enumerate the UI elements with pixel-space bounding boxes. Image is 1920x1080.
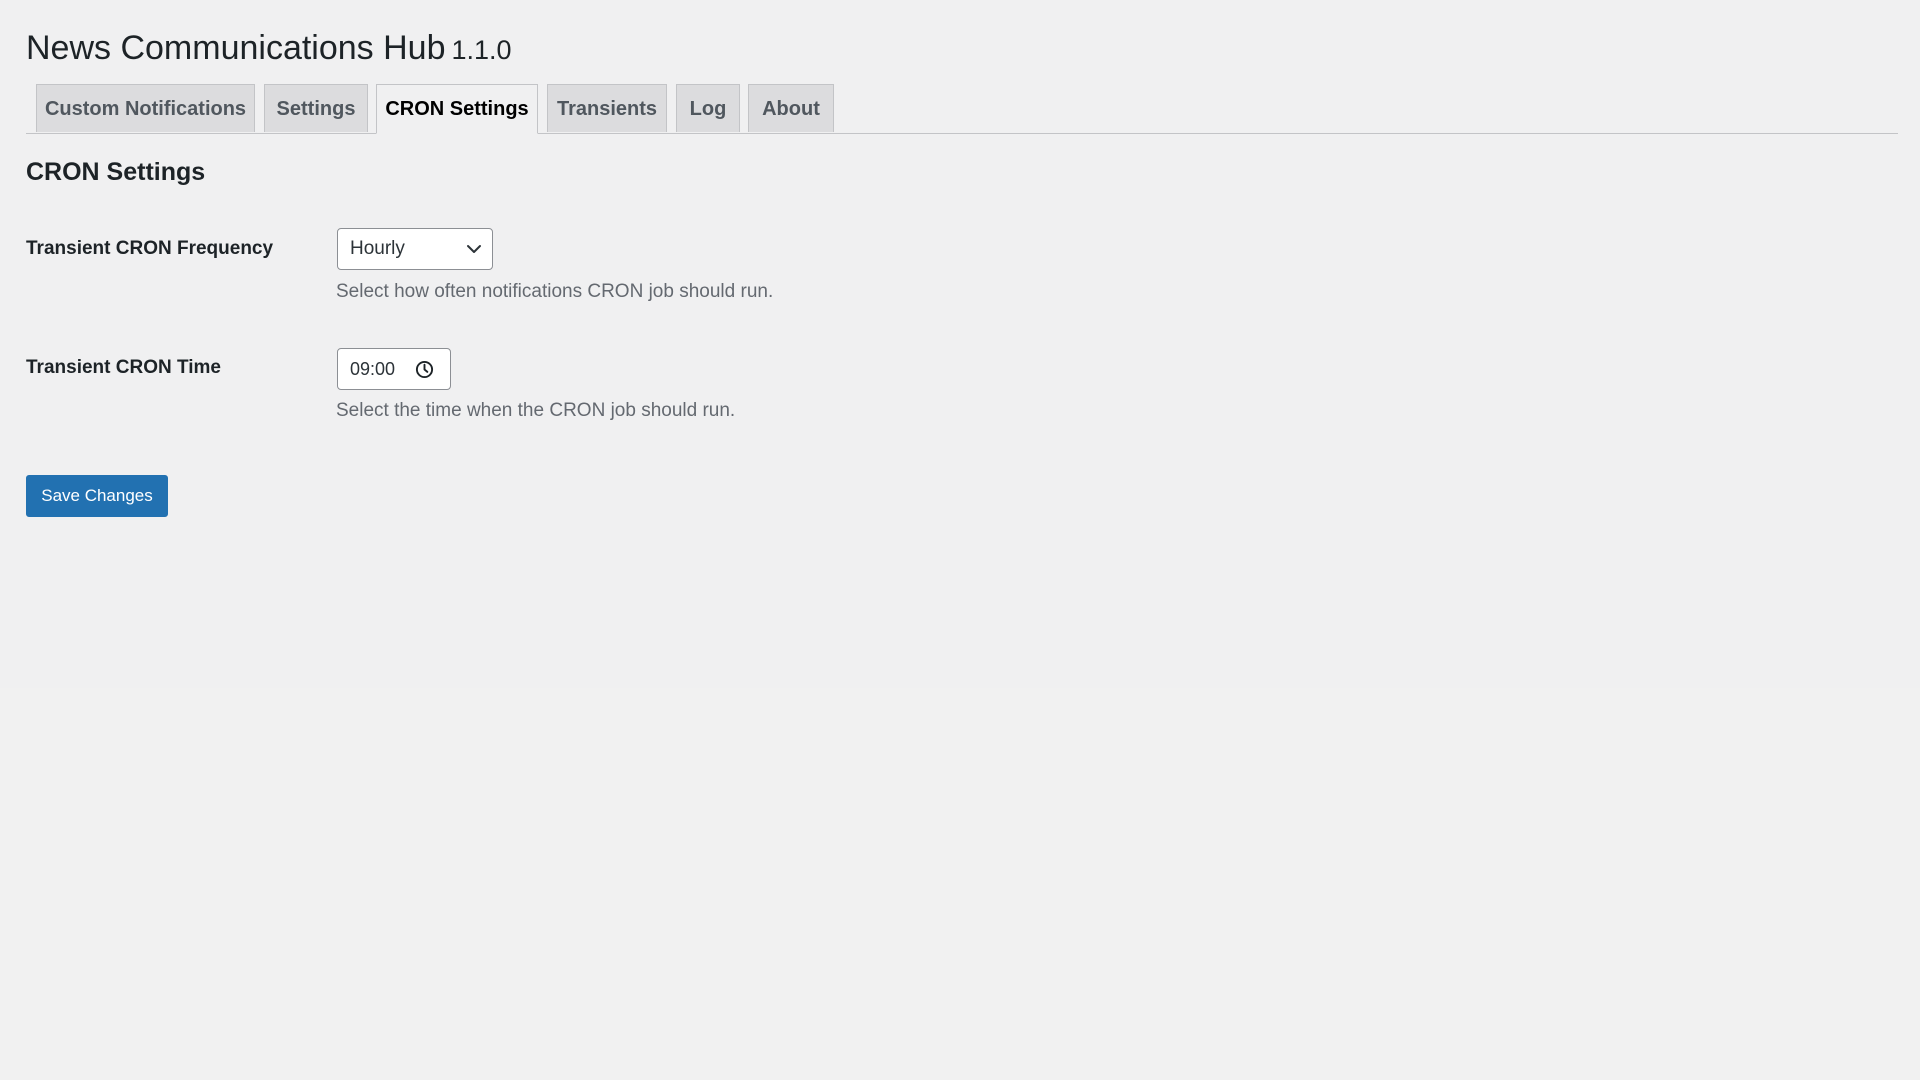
- tab-log[interactable]: Log: [676, 84, 740, 132]
- time-description: Select the time when the CRON job should…: [336, 400, 736, 421]
- tab-custom-notifications[interactable]: Custom Notifications: [36, 84, 255, 132]
- plugin-version: 1.1.0: [451, 35, 512, 65]
- frequency-select-value: Hourly: [350, 238, 405, 259]
- section-title: CRON Settings: [26, 158, 206, 186]
- time-label: Transient CRON Time: [26, 357, 221, 378]
- settings-page: News Communications Hub 1.1.0 Custom Noti…: [0, 0, 1920, 688]
- frequency-description: Select how often notifications CRON job …: [336, 281, 774, 302]
- settings-tabs: Custom Notifications Settings CRON Setti…: [26, 84, 1898, 134]
- chevron-down-icon: [467, 245, 481, 253]
- save-button[interactable]: Save Changes: [26, 475, 168, 517]
- frequency-label: Transient CRON Frequency: [26, 238, 274, 259]
- tab-about[interactable]: About: [748, 84, 834, 132]
- time-input[interactable]: 09:00: [337, 348, 451, 390]
- clock-icon[interactable]: [415, 360, 434, 379]
- tab-settings[interactable]: Settings: [264, 84, 368, 132]
- tab-cron-settings[interactable]: CRON Settings: [376, 84, 538, 134]
- frequency-select[interactable]: Hourly: [337, 228, 493, 270]
- time-input-value: 09:00: [350, 359, 396, 379]
- page-title: News Communications Hub 1.1.0: [26, 27, 512, 71]
- tab-transients[interactable]: Transients: [547, 84, 667, 132]
- plugin-name: News Communications Hub: [26, 29, 446, 67]
